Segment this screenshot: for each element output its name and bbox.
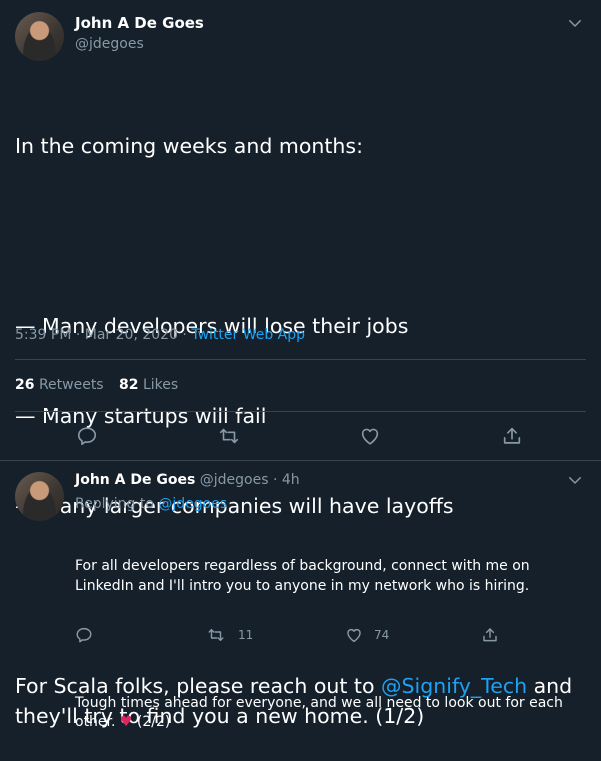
reply-author-avatar[interactable] bbox=[15, 472, 64, 521]
likes-stat[interactable]: 82 Likes bbox=[119, 377, 178, 393]
tweet-meta: 5:39 PM · Mar 20, 2020 · Twitter Web App bbox=[15, 327, 305, 343]
divider bbox=[15, 359, 586, 360]
replying-to-handle[interactable]: @jdegoes bbox=[158, 496, 227, 512]
reply-age[interactable]: 4h bbox=[282, 472, 300, 488]
replying-to-label: Replying to bbox=[75, 496, 159, 512]
like-icon[interactable] bbox=[359, 425, 381, 447]
retweet-icon bbox=[206, 626, 226, 644]
chevron-down-icon[interactable] bbox=[566, 471, 584, 489]
reply-tweet-text: For all developers regardless of backgro… bbox=[75, 518, 585, 752]
likes-label: Likes bbox=[142, 377, 179, 393]
share-icon[interactable] bbox=[481, 626, 499, 644]
retweet-icon[interactable] bbox=[218, 425, 240, 447]
reply-paragraph: Tough times ahead for everyone, and we a… bbox=[75, 694, 585, 733]
retweets-count: 26 bbox=[15, 377, 35, 393]
chevron-down-icon[interactable] bbox=[566, 14, 584, 32]
main-author-name[interactable]: John A De Goes bbox=[75, 14, 204, 32]
reply-header: John A De Goes @jdegoes · 4h bbox=[75, 472, 300, 488]
meta-separator: · bbox=[177, 327, 192, 343]
reply-icon[interactable] bbox=[76, 425, 98, 447]
heart-emoji: ♥ bbox=[119, 714, 133, 730]
retweets-label: Retweets bbox=[38, 377, 104, 393]
retweets-stat[interactable]: 26 Retweets bbox=[15, 377, 104, 393]
like-button[interactable]: 74 bbox=[344, 626, 389, 644]
replying-to: Replying to @jdegoes bbox=[75, 496, 227, 512]
reply-author-handle[interactable]: @jdegoes bbox=[200, 472, 269, 488]
reply-paragraph: For all developers regardless of backgro… bbox=[75, 558, 535, 594]
retweet-count: 11 bbox=[238, 628, 254, 642]
tweet-source[interactable]: Twitter Web App bbox=[191, 327, 305, 343]
reply-dot: · bbox=[272, 472, 278, 488]
main-author-avatar[interactable] bbox=[15, 12, 64, 61]
tweet-intro: In the coming weeks and months: bbox=[15, 134, 363, 158]
retweet-button[interactable]: 11 bbox=[206, 626, 253, 644]
reply-icon[interactable] bbox=[75, 626, 93, 644]
likes-count: 82 bbox=[119, 377, 139, 393]
reply-paragraph-end: (2/2) bbox=[132, 714, 171, 730]
divider bbox=[0, 460, 601, 461]
like-icon bbox=[344, 626, 364, 644]
like-count: 74 bbox=[374, 628, 390, 642]
divider bbox=[15, 411, 586, 412]
tweet-timestamp[interactable]: 5:39 PM · Mar 20, 2020 bbox=[15, 327, 178, 343]
share-icon[interactable] bbox=[501, 425, 523, 447]
main-author-handle[interactable]: @jdegoes bbox=[75, 36, 144, 52]
reply-author-name[interactable]: John A De Goes bbox=[75, 472, 195, 488]
